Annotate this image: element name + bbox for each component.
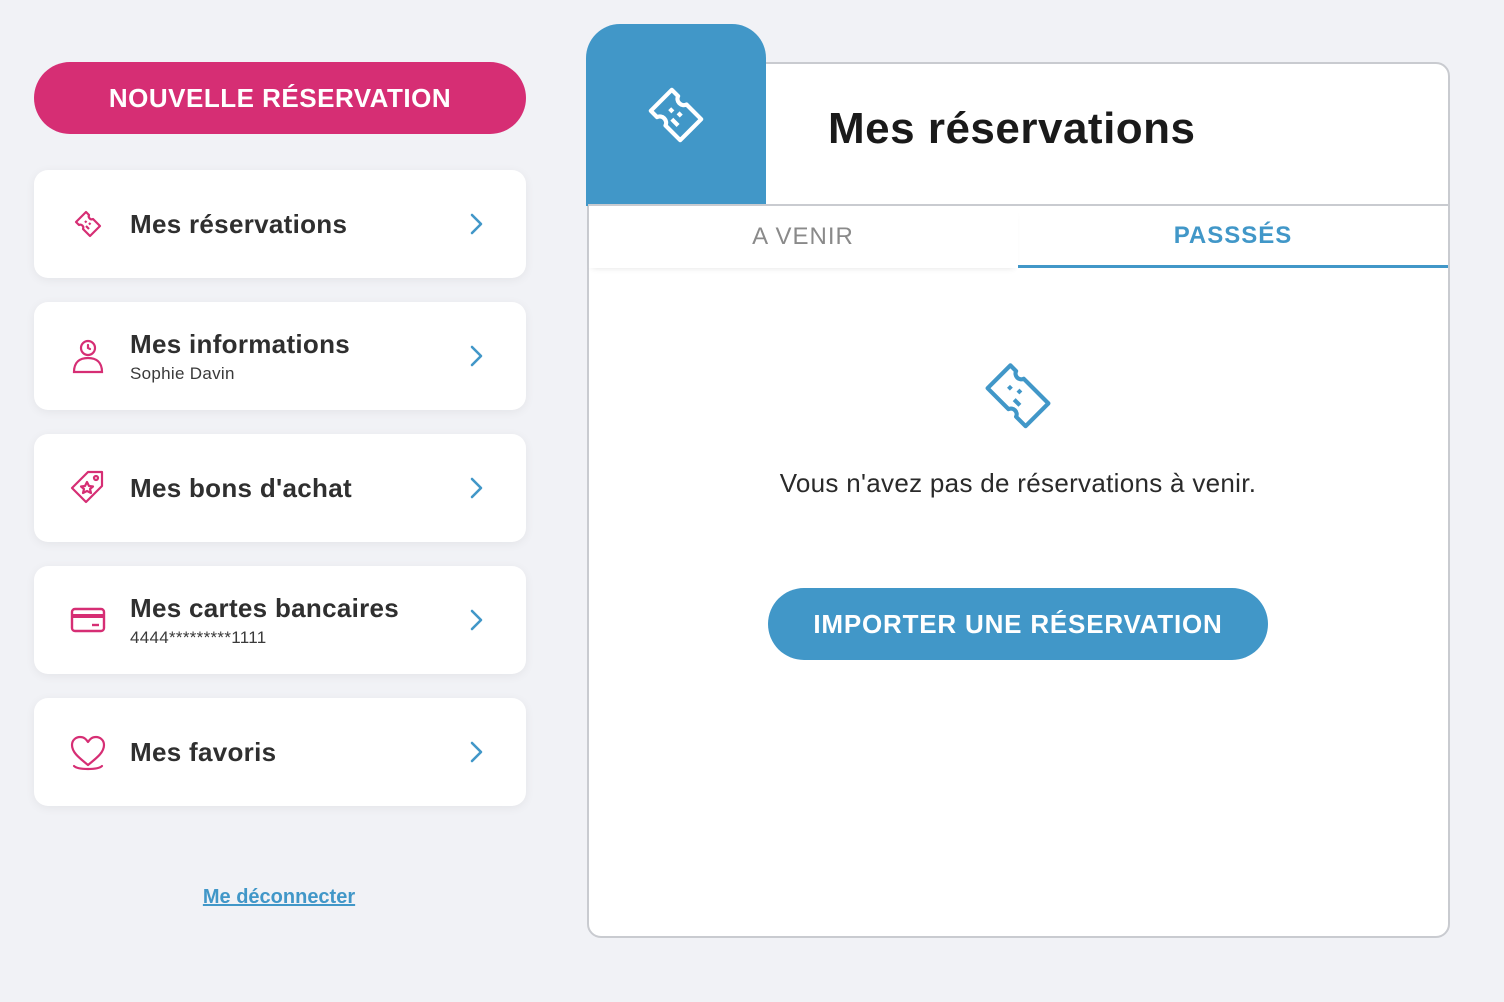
sidebar-item-text: Mes cartes bancaires 4444*********1111 (130, 593, 468, 648)
sidebar-item-text: Mes informations Sophie Davin (130, 329, 468, 384)
card-number: 4444*********1111 (130, 627, 267, 647)
sidebar-item-informations[interactable]: Mes informations Sophie Davin (34, 302, 526, 410)
sidebar-item-reservations[interactable]: Mes réservations (34, 170, 526, 278)
tab-upcoming[interactable]: A VENIR (588, 206, 1018, 268)
credit-card-icon (70, 607, 106, 633)
voucher-tag-icon (70, 470, 104, 504)
sidebar-item-cards[interactable]: Mes cartes bancaires 4444*********1111 (34, 566, 526, 674)
sidebar-item-text: Mes favoris (130, 737, 468, 768)
user-name: Sophie Davin (130, 363, 235, 383)
chevron-right-icon (470, 345, 483, 367)
sidebar-item-favorites[interactable]: Mes favoris (34, 698, 526, 806)
sidebar-item-label: Mes bons d'achat (130, 472, 352, 503)
ticket-icon (985, 363, 1051, 429)
user-icon (72, 339, 104, 374)
sidebar-item-label: Mes cartes bancaires (130, 592, 400, 623)
tab-past[interactable]: PASSSÉS (1018, 206, 1448, 268)
sidebar-item-label: Mes informations (130, 328, 351, 359)
page-title: Mes réservations (828, 104, 1196, 153)
sidebar-item-text: Mes bons d'achat (130, 473, 468, 504)
chevron-right-icon (470, 213, 483, 235)
sidebar-item-label: Mes réservations (130, 208, 348, 239)
ticket-icon (74, 210, 102, 238)
empty-state-message: Vous n'avez pas de réservations à venir. (779, 468, 1257, 498)
sidebar-item-vouchers[interactable]: Mes bons d'achat (34, 434, 526, 542)
chevron-right-icon (470, 477, 483, 499)
panel-icon-tab (586, 24, 766, 206)
chevron-right-icon (470, 609, 483, 631)
ticket-icon (648, 87, 704, 143)
logout-link[interactable]: Me déconnecter (194, 886, 364, 909)
heart-icon (70, 735, 106, 771)
sidebar-item-label: Mes favoris (130, 736, 277, 767)
chevron-right-icon (470, 741, 483, 763)
page: NOUVELLE RÉSERVATION Mes réservations Me… (0, 0, 1504, 1002)
new-reservation-button[interactable]: NOUVELLE RÉSERVATION (34, 62, 526, 134)
import-reservation-button[interactable]: IMPORTER UNE RÉSERVATION (768, 588, 1268, 660)
sidebar-item-text: Mes réservations (130, 209, 468, 240)
sidebar: NOUVELLE RÉSERVATION (34, 62, 526, 134)
